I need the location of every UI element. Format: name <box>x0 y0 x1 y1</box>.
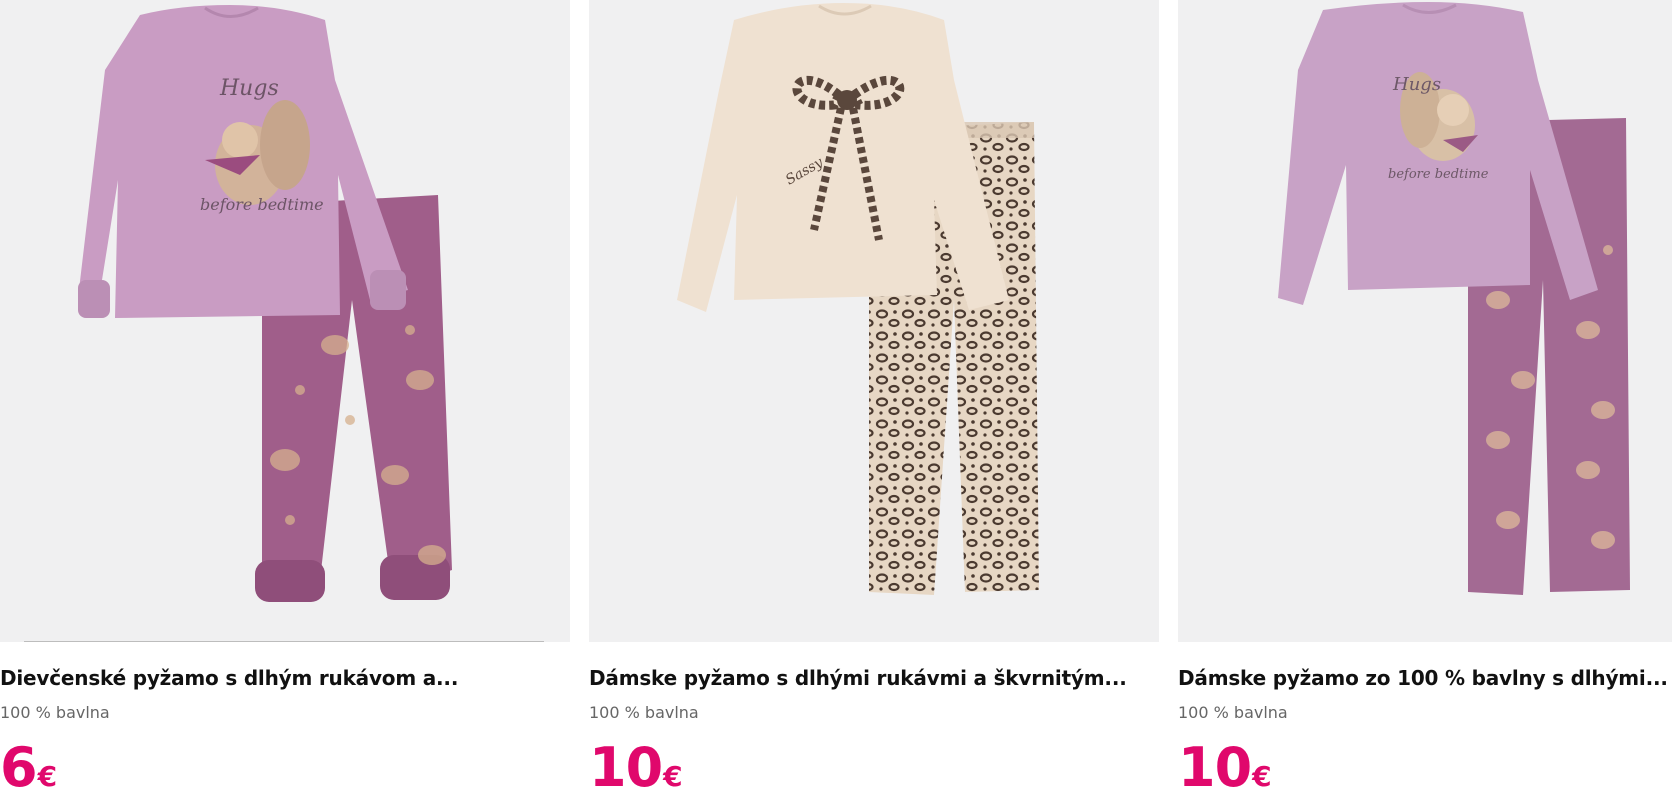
product-material: 100 % bavlna <box>0 703 110 722</box>
womens-pajama-leopard-bow-image[interactable]: Sassy <box>589 0 1159 642</box>
price-amount: 10 <box>589 736 663 799</box>
product-material: 100 % bavlna <box>589 703 699 722</box>
product-material: 100 % bavlna <box>1178 703 1288 722</box>
product-price: 10€ <box>1178 736 1272 800</box>
svg-text:Hugs: Hugs <box>1392 74 1441 95</box>
product-card[interactable]: Sassy Dámske pyžamo s dlhými rukávmi a š… <box>589 0 1159 800</box>
price-amount: 6 <box>0 736 38 799</box>
product-title[interactable]: Dámske pyžamo s dlhými rukávmi a škvrnit… <box>589 664 1159 692</box>
womens-pajama-squirrel-image[interactable]: Hugs before bedtime <box>1178 0 1672 642</box>
price-currency: € <box>663 760 683 793</box>
girls-pajama-squirrel-image[interactable]: Hugs before bedtime <box>0 0 570 642</box>
pajama-top: Sassy <box>677 3 1009 312</box>
price-currency: € <box>1252 760 1272 793</box>
product-title[interactable]: Dámske pyžamo zo 100 % bavlny s dlhými..… <box>1178 664 1672 692</box>
product-card[interactable]: Hugs before bedtime Dievčenské pyžamo s … <box>0 0 570 800</box>
product-card[interactable]: Hugs before bedtime Dámske pyžamo zo 100… <box>1178 0 1672 800</box>
product-price: 10€ <box>589 736 683 800</box>
svg-text:Hugs: Hugs <box>219 76 279 101</box>
product-price: 6€ <box>0 736 57 800</box>
svg-text:before bedtime: before bedtime <box>1388 167 1489 182</box>
product-grid: Hugs before bedtime Dievčenské pyžamo s … <box>0 0 1672 800</box>
image-underline <box>24 641 544 642</box>
price-currency: € <box>37 760 58 793</box>
product-title[interactable]: Dievčenské pyžamo s dlhým rukávom a... <box>0 664 570 692</box>
svg-text:before bedtime: before bedtime <box>200 195 324 214</box>
price-amount: 10 <box>1178 736 1252 799</box>
